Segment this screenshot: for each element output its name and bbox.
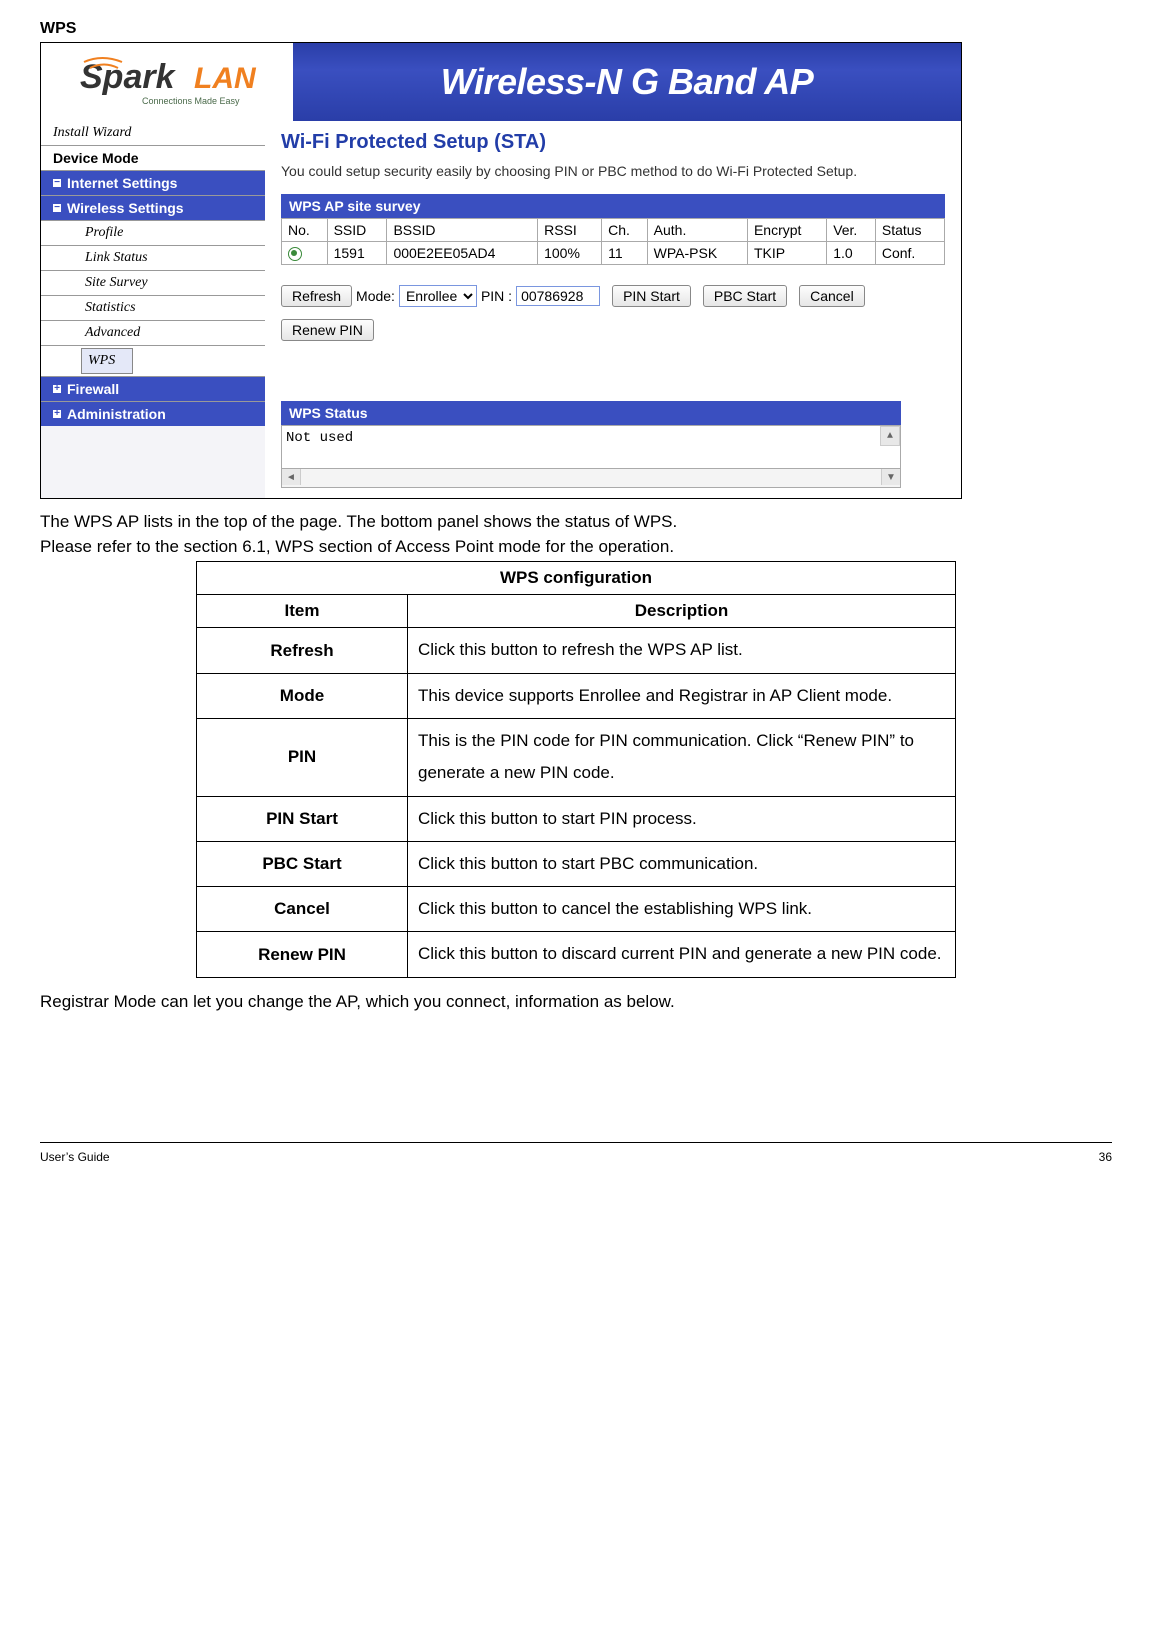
wps-status-textarea[interactable]: Not used ▲: [281, 425, 901, 469]
col-auth: Auth.: [647, 219, 747, 242]
config-item-refresh: Refresh: [197, 628, 408, 673]
config-desc-header: Description: [408, 595, 956, 628]
wps-status-panel: WPS Status Not used ▲ ◄ ▼: [281, 401, 901, 488]
config-item-renew-pin: Renew PIN: [197, 932, 408, 977]
config-item-cancel: Cancel: [197, 887, 408, 932]
page-footer: User’s Guide 36: [40, 1150, 1112, 1164]
config-item-pin: PIN: [197, 718, 408, 796]
config-item-header: Item: [197, 595, 408, 628]
sparklan-logo: Spark LAN Connections Made Easy: [72, 52, 262, 112]
col-status: Status: [875, 219, 944, 242]
body-paragraph-2: Please refer to the section 6.1, WPS sec…: [40, 536, 1112, 559]
config-table-title: WPS configuration: [197, 562, 956, 595]
pbc-start-button[interactable]: PBC Start: [703, 285, 787, 307]
wps-status-value: Not used: [286, 430, 353, 446]
config-desc-pin-start: Click this button to start PIN process.: [408, 796, 956, 841]
cell-auth: WPA-PSK: [647, 242, 747, 265]
col-ssid: SSID: [327, 219, 387, 242]
wps-ap-survey-table: No. SSID BSSID RSSI Ch. Auth. Encrypt Ve…: [281, 218, 945, 265]
col-bssid: BSSID: [387, 219, 538, 242]
page-title: Wi-Fi Protected Setup (STA): [281, 131, 945, 154]
survey-section-header: WPS AP site survey: [281, 194, 945, 218]
col-no: No.: [282, 219, 328, 242]
wps-status-header: WPS Status: [281, 401, 901, 425]
cell-encrypt: TKIP: [747, 242, 826, 265]
cell-status: Conf.: [875, 242, 944, 265]
refresh-button[interactable]: Refresh: [281, 285, 352, 307]
config-desc-renew-pin: Click this button to discard current PIN…: [408, 932, 956, 977]
nav-site-survey[interactable]: Site Survey: [41, 271, 265, 296]
banner-headline: Wireless-N G Band AP: [293, 43, 961, 121]
banner: Spark LAN Connections Made Easy Wireless…: [41, 43, 961, 121]
nav-firewall-label: Firewall: [67, 381, 119, 397]
row-select[interactable]: [282, 242, 328, 265]
nav-wps[interactable]: WPS: [81, 348, 133, 374]
col-ver: Ver.: [827, 219, 876, 242]
section-heading: WPS: [40, 20, 1112, 38]
pin-label: PIN :: [481, 288, 512, 304]
pin-input[interactable]: [516, 286, 600, 306]
cell-ssid: 1591: [327, 242, 387, 265]
col-rssi: RSSI: [538, 219, 602, 242]
cell-bssid: 000E2EE05AD4: [387, 242, 538, 265]
controls-row: Refresh Mode: Enrollee PIN : PIN Start P…: [281, 285, 945, 307]
closing-paragraph: Registrar Mode can let you change the AP…: [40, 992, 1112, 1012]
config-desc-pbc-start: Click this button to start PBC communica…: [408, 841, 956, 886]
svg-text:Spark: Spark: [80, 58, 177, 96]
nav-link-status[interactable]: Link Status: [41, 246, 265, 271]
footer-divider: [40, 1142, 1112, 1143]
table-row: 1591 000E2EE05AD4 100% 11 WPA-PSK TKIP 1…: [282, 242, 945, 265]
cancel-button[interactable]: Cancel: [799, 285, 865, 307]
mode-select[interactable]: Enrollee: [399, 285, 477, 307]
mode-label: Mode:: [356, 288, 395, 304]
nav-wireless-settings[interactable]: − Wireless Settings: [41, 196, 265, 221]
cell-ver: 1.0: [827, 242, 876, 265]
page-description: You could setup security easily by choos…: [281, 162, 945, 180]
scroll-down-icon[interactable]: ▼: [881, 469, 900, 485]
radio-selected-icon: [288, 247, 302, 261]
plus-icon: +: [53, 410, 61, 418]
table-header-row: No. SSID BSSID RSSI Ch. Auth. Encrypt Ve…: [282, 219, 945, 242]
router-ui-screenshot: Spark LAN Connections Made Easy Wireless…: [40, 42, 962, 499]
nav-statistics[interactable]: Statistics: [41, 296, 265, 321]
footer-page-number: 36: [1099, 1150, 1112, 1164]
plus-icon: +: [53, 385, 61, 393]
config-desc-refresh: Click this button to refresh the WPS AP …: [408, 628, 956, 673]
config-item-mode: Mode: [197, 673, 408, 718]
logo-accent: LAN: [194, 62, 257, 95]
minus-icon: −: [53, 179, 61, 187]
cell-rssi: 100%: [538, 242, 602, 265]
config-desc-cancel: Click this button to cancel the establis…: [408, 887, 956, 932]
config-item-pin-start: PIN Start: [197, 796, 408, 841]
nav-wireless-settings-label: Wireless Settings: [67, 200, 184, 216]
scroll-left-icon[interactable]: ◄: [282, 469, 301, 485]
scroll-up-icon[interactable]: ▲: [880, 426, 900, 446]
nav-advanced[interactable]: Advanced: [41, 321, 265, 346]
nav-internet-settings-label: Internet Settings: [67, 175, 177, 191]
wps-config-table: WPS configuration Item Description Refre…: [196, 561, 956, 977]
config-desc-pin: This is the PIN code for PIN communicati…: [408, 718, 956, 796]
footer-left: User’s Guide: [40, 1150, 110, 1164]
logo-tagline: Connections Made Easy: [142, 96, 240, 106]
nav-firewall[interactable]: + Firewall: [41, 377, 265, 402]
renew-pin-button[interactable]: Renew PIN: [281, 319, 374, 341]
col-encrypt: Encrypt: [747, 219, 826, 242]
body-paragraph-1: The WPS AP lists in the top of the page.…: [40, 511, 1112, 534]
cell-ch: 11: [602, 242, 648, 265]
nav-administration[interactable]: + Administration: [41, 402, 265, 426]
logo-area: Spark LAN Connections Made Easy: [41, 43, 293, 121]
col-ch: Ch.: [602, 219, 648, 242]
nav-device-mode[interactable]: Device Mode: [41, 146, 265, 171]
config-desc-mode: This device supports Enrollee and Regist…: [408, 673, 956, 718]
nav-internet-settings[interactable]: − Internet Settings: [41, 171, 265, 196]
horizontal-scrollbar[interactable]: ◄ ▼: [281, 469, 901, 488]
sidebar-nav: Install Wizard Device Mode − Internet Se…: [41, 121, 265, 498]
nav-profile[interactable]: Profile: [41, 221, 265, 246]
config-item-pbc-start: PBC Start: [197, 841, 408, 886]
main-content: Wi-Fi Protected Setup (STA) You could se…: [265, 121, 961, 498]
nav-administration-label: Administration: [67, 406, 166, 422]
nav-install-wizard[interactable]: Install Wizard: [41, 121, 265, 146]
pin-start-button[interactable]: PIN Start: [612, 285, 691, 307]
minus-icon: −: [53, 204, 61, 212]
